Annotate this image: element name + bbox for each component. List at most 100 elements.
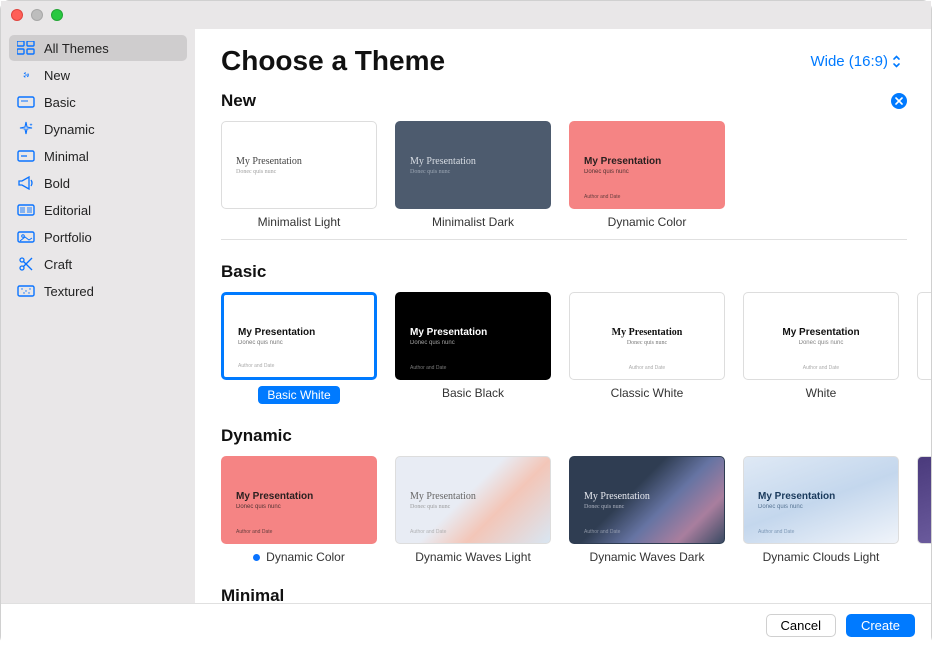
x-icon [895, 97, 903, 105]
theme-white[interactable]: My Presentation Donec quis nunc Author a… [743, 292, 899, 404]
section-title: Minimal [221, 586, 284, 603]
thumb-title: My Presentation [584, 491, 710, 502]
chevron-updown-icon [892, 55, 901, 68]
thumb-subtitle: Donec quis nunc [236, 504, 362, 510]
content-area[interactable]: Choose a Theme Wide (16:9) New My Presen… [195, 29, 931, 603]
aspect-ratio-select[interactable]: Wide (16:9) [810, 53, 901, 70]
theme-dynamic-waves-light[interactable]: My Presentation Donec quis nunc Author a… [395, 456, 551, 564]
rectangle-line-icon [17, 148, 35, 164]
theme-basic-white[interactable]: My Presentation Donec quis nunc Author a… [221, 292, 377, 404]
thumb-footer: Author and Date [758, 529, 794, 535]
sidebar: All Themes New Basic Dynamic Minimal [1, 29, 195, 603]
thumb-title: My Presentation [410, 491, 536, 502]
thumb-subtitle: Donec quis nunc [758, 504, 884, 510]
section-basic: Basic My Presentation Donec quis nunc Au… [221, 262, 931, 404]
thumb-footer: Author and Date [803, 365, 839, 371]
theme-minimalist-dark[interactable]: My Presentation Donec quis nunc Minimali… [395, 121, 551, 229]
titlebar [1, 1, 931, 29]
section-minimal: Minimal [221, 586, 931, 603]
sidebar-item-bold[interactable]: Bold [9, 170, 187, 196]
sidebar-item-label: New [44, 68, 70, 83]
thumb-title: My Presentation [236, 491, 362, 502]
window-minimize-button[interactable] [31, 9, 43, 21]
thumb-title: My Presentation [782, 327, 859, 338]
footer: Cancel Create [1, 603, 931, 647]
thumb-subtitle: Donec quis nunc [238, 340, 360, 346]
theme-minimalist-light[interactable]: My Presentation Donec quis nunc Minimali… [221, 121, 377, 229]
sidebar-item-label: Textured [44, 284, 94, 299]
theme-label: Classic White [611, 386, 684, 400]
thumb-footer: Author and Date [410, 529, 446, 535]
section-title: Dynamic [221, 426, 292, 446]
new-dot-icon [253, 554, 260, 561]
sidebar-item-label: Dynamic [44, 122, 95, 137]
sidebar-item-craft[interactable]: Craft [9, 251, 187, 277]
sidebar-item-label: Portfolio [44, 230, 92, 245]
window-zoom-button[interactable] [51, 9, 63, 21]
sidebar-item-label: Bold [44, 176, 70, 191]
theme-label: Dynamic Waves Dark [590, 550, 705, 564]
thumb-title: My Presentation [584, 156, 710, 167]
thumb-title: My Presentation [410, 156, 536, 167]
thumb-subtitle: Donec quis nunc [410, 340, 536, 346]
theme-dynamic-waves-dark[interactable]: My Presentation Donec quis nunc Author a… [569, 456, 725, 564]
photo-icon [17, 229, 35, 245]
thumb-footer: Author and Date [584, 529, 620, 535]
theme-label: White [806, 386, 837, 400]
theme-dynamic-color-2[interactable]: My Presentation Donec quis nunc Author a… [221, 456, 377, 564]
theme-label: Dynamic Waves Light [415, 550, 531, 564]
window-close-button[interactable] [11, 9, 23, 21]
sidebar-item-label: Editorial [44, 203, 91, 218]
thumb-title: My Presentation [410, 327, 536, 338]
sidebar-item-minimal[interactable]: Minimal [9, 143, 187, 169]
cancel-button[interactable]: Cancel [766, 614, 836, 637]
create-button[interactable]: Create [846, 614, 915, 637]
theme-label: Dynamic Color [608, 215, 687, 229]
theme-label: Minimalist Dark [432, 215, 514, 229]
sidebar-item-textured[interactable]: Textured [9, 278, 187, 304]
theme-label: Minimalist Light [258, 215, 341, 229]
sidebar-item-dynamic[interactable]: Dynamic [9, 116, 187, 142]
megaphone-icon [17, 175, 35, 191]
sidebar-item-new[interactable]: New [9, 62, 187, 88]
thumb-subtitle: Donec quis nunc [236, 169, 362, 175]
page-title: Choose a Theme [221, 45, 445, 77]
theme-label: Basic White [258, 386, 339, 404]
aspect-ratio-label: Wide (16:9) [810, 53, 888, 70]
theme-classic-white[interactable]: My Presentation Donec quis nunc Author a… [569, 292, 725, 404]
thumb-footer: Author and Date [236, 529, 272, 535]
theme-dynamic-clouds-light[interactable]: My Presentation Donec quis nunc Author a… [743, 456, 899, 564]
section-title: Basic [221, 262, 266, 282]
thumb-title: My Presentation [238, 327, 360, 338]
sidebar-item-label: All Themes [44, 41, 109, 56]
section-new: New My Presentation Donec quis nunc Mini… [221, 91, 931, 240]
sidebar-item-portfolio[interactable]: Portfolio [9, 224, 187, 250]
theme-label: Dynamic Clouds Light [763, 550, 880, 564]
thumb-title: My Presentation [612, 327, 683, 338]
header-row: Choose a Theme Wide (16:9) [221, 45, 931, 77]
sidebar-item-all-themes[interactable]: All Themes [9, 35, 187, 61]
sidebar-item-basic[interactable]: Basic [9, 89, 187, 115]
text-columns-icon [17, 202, 35, 218]
theme-peek-next[interactable] [917, 456, 931, 544]
theme-basic-black[interactable]: My Presentation Donec quis nunc Author a… [395, 292, 551, 404]
thumb-title: My Presentation [758, 491, 884, 502]
theme-label: Dynamic Color [253, 550, 345, 564]
thumb-footer: Author and Date [238, 363, 274, 369]
thumb-subtitle: Donec quis nunc [799, 340, 844, 346]
thumb-subtitle: Donec quis nunc [584, 169, 710, 175]
thumb-footer: Author and Date [410, 365, 446, 371]
grid-icon [17, 40, 35, 56]
section-divider [221, 239, 907, 240]
rectangle-icon [17, 94, 35, 110]
theme-peek-next[interactable] [917, 292, 931, 380]
thumb-title: My Presentation [236, 156, 362, 167]
theme-dynamic-color[interactable]: My Presentation Donec quis nunc Author a… [569, 121, 725, 229]
sidebar-item-editorial[interactable]: Editorial [9, 197, 187, 223]
sparkles-icon [17, 121, 35, 137]
dismiss-section-button[interactable] [891, 93, 907, 109]
sparkle-icon [17, 67, 35, 83]
thumb-subtitle: Donec quis nunc [584, 504, 710, 510]
thumb-footer: Author and Date [584, 194, 620, 200]
thumb-subtitle: Donec quis nunc [410, 169, 536, 175]
